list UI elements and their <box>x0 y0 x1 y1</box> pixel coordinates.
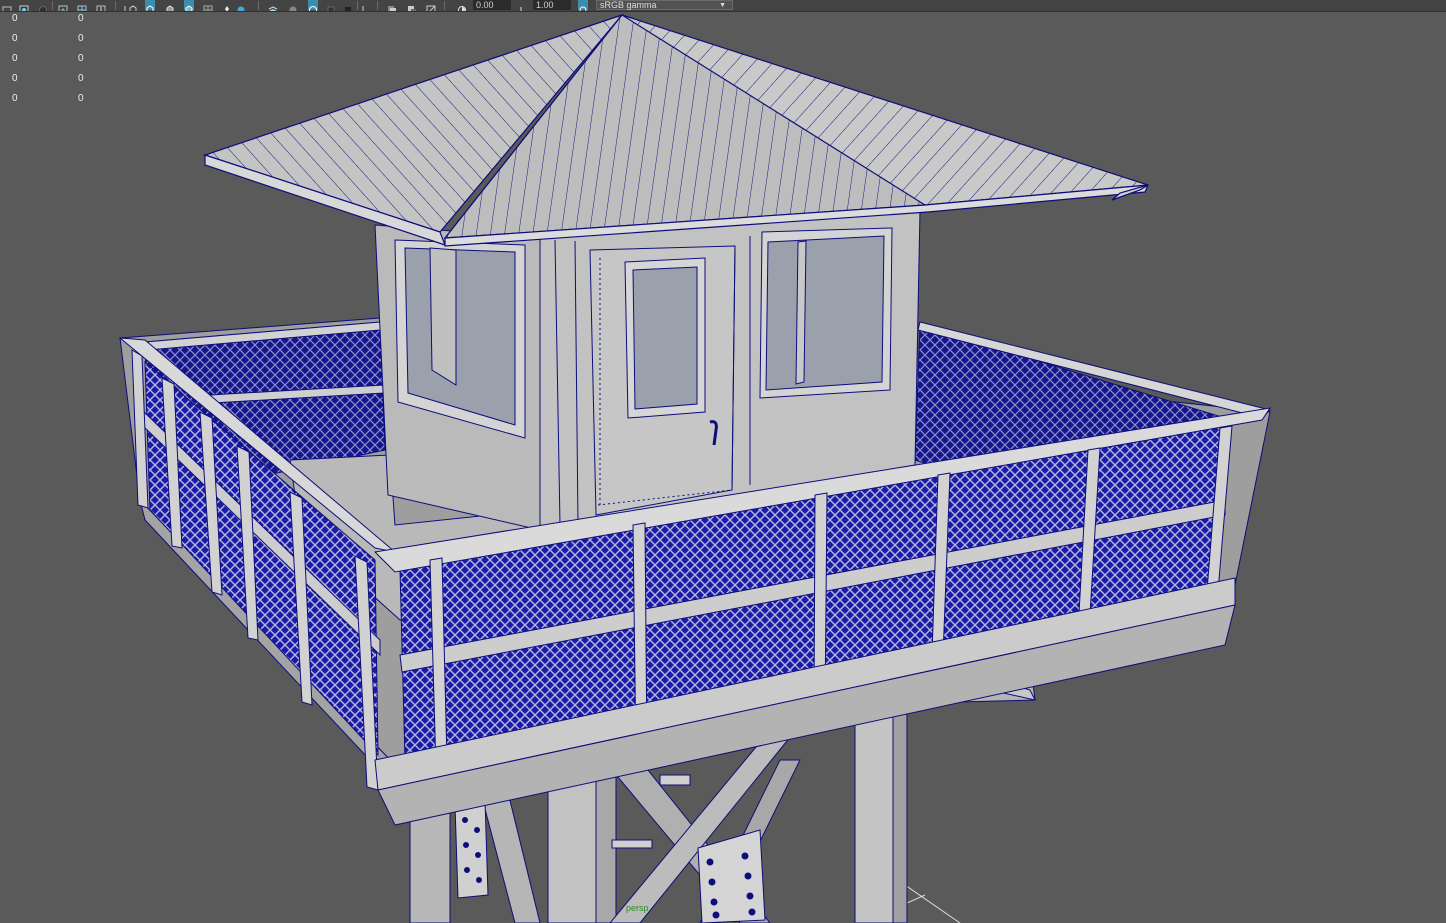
use-all-lights-icon[interactable] <box>236 0 246 11</box>
multisample-aa-icon[interactable] <box>326 0 336 11</box>
gamma-icon[interactable] <box>518 0 528 11</box>
chevron-down-icon: ▼ <box>719 2 726 9</box>
textured-icon[interactable] <box>222 0 232 11</box>
depth-of-field-icon[interactable] <box>343 0 353 11</box>
wireframe-on-shaded-icon[interactable] <box>203 0 213 11</box>
gate-mask-icon[interactable] <box>128 0 138 11</box>
exposure-field[interactable]: 0.00 <box>473 0 511 10</box>
wireframe-icon[interactable] <box>145 0 155 11</box>
grid-icon[interactable] <box>77 0 87 11</box>
exposure-icon[interactable] <box>457 0 467 11</box>
xray-icon[interactable] <box>387 0 397 11</box>
camera-attributes-icon[interactable] <box>19 0 29 11</box>
motion-blur-icon[interactable] <box>308 0 318 11</box>
camera-name-label: persp <box>626 903 649 913</box>
smooth-shade-all-icon[interactable] <box>165 0 175 11</box>
image-plane-icon[interactable] <box>58 0 68 11</box>
maya-viewport-panel[interactable]: 0.00 1.00 sRGB gamma ▼ 0 0 0 0 0 0 0 0 0… <box>0 0 1446 923</box>
view-transform-dropdown[interactable]: sRGB gamma ▼ <box>596 0 733 10</box>
use-default-material-icon[interactable] <box>184 0 194 11</box>
xray-joints-icon[interactable] <box>426 0 436 11</box>
color-management-icon[interactable] <box>578 0 588 11</box>
hip-roof <box>203 13 1149 247</box>
viewport-3d-scene[interactable] <box>0 11 1446 923</box>
bookmark-icon[interactable] <box>38 0 48 11</box>
shadows-icon[interactable] <box>268 0 278 11</box>
film-gate-icon[interactable] <box>96 0 106 11</box>
view-transform-value: sRGB gamma <box>600 0 657 10</box>
screen-space-ao-icon[interactable] <box>288 0 298 11</box>
select-camera-icon[interactable] <box>2 0 12 11</box>
gamma-field[interactable]: 1.00 <box>533 0 571 10</box>
isolate-select-icon[interactable] <box>361 0 371 11</box>
xray-active-components-icon[interactable] <box>407 0 417 11</box>
